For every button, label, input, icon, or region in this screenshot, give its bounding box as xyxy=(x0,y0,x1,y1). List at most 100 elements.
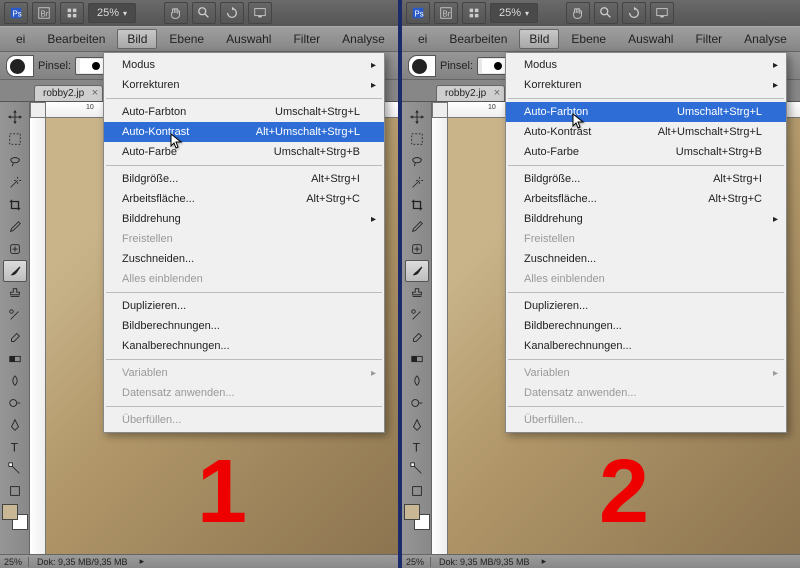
menu-analyse[interactable]: Analyse xyxy=(734,29,797,49)
dodge-tool-icon[interactable] xyxy=(3,392,27,414)
dodge-tool-icon[interactable] xyxy=(405,392,429,414)
menu-ebene[interactable]: Ebene xyxy=(561,29,616,49)
ruler-vertical[interactable] xyxy=(30,118,46,554)
shape-tool-icon[interactable] xyxy=(405,480,429,502)
menu-item-arbeitsfl-che-[interactable]: Arbeitsfläche...Alt+Strg+C xyxy=(104,189,384,209)
ps-icon[interactable]: Ps xyxy=(4,2,28,24)
menu-auswahl[interactable]: Auswahl xyxy=(216,29,281,49)
crop-tool-icon[interactable] xyxy=(3,194,27,216)
stamp-tool-icon[interactable] xyxy=(405,282,429,304)
pen-tool-icon[interactable] xyxy=(3,414,27,436)
menu-item-zuschneiden-[interactable]: Zuschneiden... xyxy=(506,249,786,269)
menu-item-kanalberechnungen-[interactable]: Kanalberechnungen... xyxy=(506,336,786,356)
menu-item-arbeitsfl-che-[interactable]: Arbeitsfläche...Alt+Strg+C xyxy=(506,189,786,209)
menu-item-bildberechnungen-[interactable]: Bildberechnungen... xyxy=(104,316,384,336)
history-brush-icon[interactable] xyxy=(3,304,27,326)
menu-bearbeiten[interactable]: Bearbeiten xyxy=(439,29,517,49)
menu-item-auto-kontrast[interactable]: Auto-KontrastAlt+Umschalt+Strg+L xyxy=(506,122,786,142)
eraser-tool-icon[interactable] xyxy=(3,326,27,348)
menu-bild[interactable]: Bild xyxy=(519,29,559,49)
menu-item-duplizieren-[interactable]: Duplizieren... xyxy=(104,296,384,316)
menu-item-kanalberechnungen-[interactable]: Kanalberechnungen... xyxy=(104,336,384,356)
move-tool-icon[interactable] xyxy=(405,106,429,128)
menu-item-bilddrehung[interactable]: Bilddrehung xyxy=(104,209,384,229)
wand-tool-icon[interactable] xyxy=(405,172,429,194)
healing-tool-icon[interactable] xyxy=(3,238,27,260)
menu-item-auto-farbton[interactable]: Auto-FarbtonUmschalt+Strg+L xyxy=(104,102,384,122)
lasso-tool-icon[interactable] xyxy=(405,150,429,172)
menu-filter[interactable]: Filter xyxy=(685,29,732,49)
menu-auswahl[interactable]: Auswahl xyxy=(618,29,683,49)
menu-item-auto-farbton[interactable]: Auto-FarbtonUmschalt+Strg+L xyxy=(506,102,786,122)
path-tool-icon[interactable] xyxy=(3,458,27,480)
menu-item-korrekturen[interactable]: Korrekturen xyxy=(104,75,384,95)
type-tool-icon[interactable]: T xyxy=(405,436,429,458)
menu-analyse[interactable]: Analyse xyxy=(332,29,395,49)
arrange-icon[interactable] xyxy=(462,2,486,24)
marquee-tool-icon[interactable] xyxy=(405,128,429,150)
ruler-origin[interactable] xyxy=(30,102,46,118)
hand-icon[interactable] xyxy=(164,2,188,24)
tool-preset-icon[interactable] xyxy=(6,55,34,77)
menu-item-bildgr-e-[interactable]: Bildgröße...Alt+Strg+I xyxy=(506,169,786,189)
path-tool-icon[interactable] xyxy=(405,458,429,480)
menu-ebene[interactable]: Ebene xyxy=(159,29,214,49)
rotate-icon[interactable] xyxy=(220,2,244,24)
status-zoom[interactable]: 25% xyxy=(4,557,29,567)
document-tab[interactable]: robby2.jp xyxy=(436,85,505,101)
bridge-icon[interactable]: Br xyxy=(434,2,458,24)
menu-ei[interactable]: ei xyxy=(6,29,35,49)
gradient-tool-icon[interactable] xyxy=(3,348,27,370)
status-arrow-icon[interactable]: ▸ xyxy=(140,556,145,567)
type-tool-icon[interactable]: T xyxy=(3,436,27,458)
color-swatches[interactable] xyxy=(404,504,430,530)
status-arrow-icon[interactable]: ▸ xyxy=(542,556,547,567)
healing-tool-icon[interactable] xyxy=(405,238,429,260)
lasso-tool-icon[interactable] xyxy=(3,150,27,172)
menu-item-modus[interactable]: Modus xyxy=(104,55,384,75)
gradient-tool-icon[interactable] xyxy=(405,348,429,370)
menu-item-bilddrehung[interactable]: Bilddrehung xyxy=(506,209,786,229)
zoom-display[interactable]: 25% xyxy=(88,3,136,23)
brush-tool-icon[interactable] xyxy=(405,260,429,282)
stamp-tool-icon[interactable] xyxy=(3,282,27,304)
zoom-tool-icon[interactable] xyxy=(594,2,618,24)
menu-item-modus[interactable]: Modus xyxy=(506,55,786,75)
bridge-icon[interactable]: Br xyxy=(32,2,56,24)
hand-icon[interactable] xyxy=(566,2,590,24)
document-tab[interactable]: robby2.jp xyxy=(34,85,103,101)
crop-tool-icon[interactable] xyxy=(405,194,429,216)
menu-item-zuschneiden-[interactable]: Zuschneiden... xyxy=(104,249,384,269)
zoom-tool-icon[interactable] xyxy=(192,2,216,24)
menu-3d[interactable]: 3D xyxy=(397,29,398,49)
menu-item-auto-farbe[interactable]: Auto-FarbeUmschalt+Strg+B xyxy=(104,142,384,162)
history-brush-icon[interactable] xyxy=(405,304,429,326)
tool-preset-icon[interactable] xyxy=(408,55,436,77)
wand-tool-icon[interactable] xyxy=(3,172,27,194)
ps-icon[interactable]: Ps xyxy=(406,2,430,24)
ruler-vertical[interactable] xyxy=(432,118,448,554)
menu-item-bildgr-e-[interactable]: Bildgröße...Alt+Strg+I xyxy=(104,169,384,189)
status-zoom[interactable]: 25% xyxy=(406,557,431,567)
menu-filter[interactable]: Filter xyxy=(283,29,330,49)
zoom-display[interactable]: 25% xyxy=(490,3,538,23)
brush-tool-icon[interactable] xyxy=(3,260,27,282)
eyedropper-tool-icon[interactable] xyxy=(3,216,27,238)
menu-ei[interactable]: ei xyxy=(408,29,437,49)
move-tool-icon[interactable] xyxy=(3,106,27,128)
arrange-icon[interactable] xyxy=(60,2,84,24)
rotate-icon[interactable] xyxy=(622,2,646,24)
screen-icon[interactable] xyxy=(650,2,674,24)
color-swatches[interactable] xyxy=(2,504,28,530)
marquee-tool-icon[interactable] xyxy=(3,128,27,150)
menu-bearbeiten[interactable]: Bearbeiten xyxy=(37,29,115,49)
menu-item-auto-kontrast[interactable]: Auto-KontrastAlt+Umschalt+Strg+L xyxy=(104,122,384,142)
menu-item-bildberechnungen-[interactable]: Bildberechnungen... xyxy=(506,316,786,336)
screen-icon[interactable] xyxy=(248,2,272,24)
menu-item-auto-farbe[interactable]: Auto-FarbeUmschalt+Strg+B xyxy=(506,142,786,162)
blur-tool-icon[interactable] xyxy=(405,370,429,392)
pen-tool-icon[interactable] xyxy=(405,414,429,436)
ruler-origin[interactable] xyxy=(432,102,448,118)
eyedropper-tool-icon[interactable] xyxy=(405,216,429,238)
menu-bild[interactable]: Bild xyxy=(117,29,157,49)
